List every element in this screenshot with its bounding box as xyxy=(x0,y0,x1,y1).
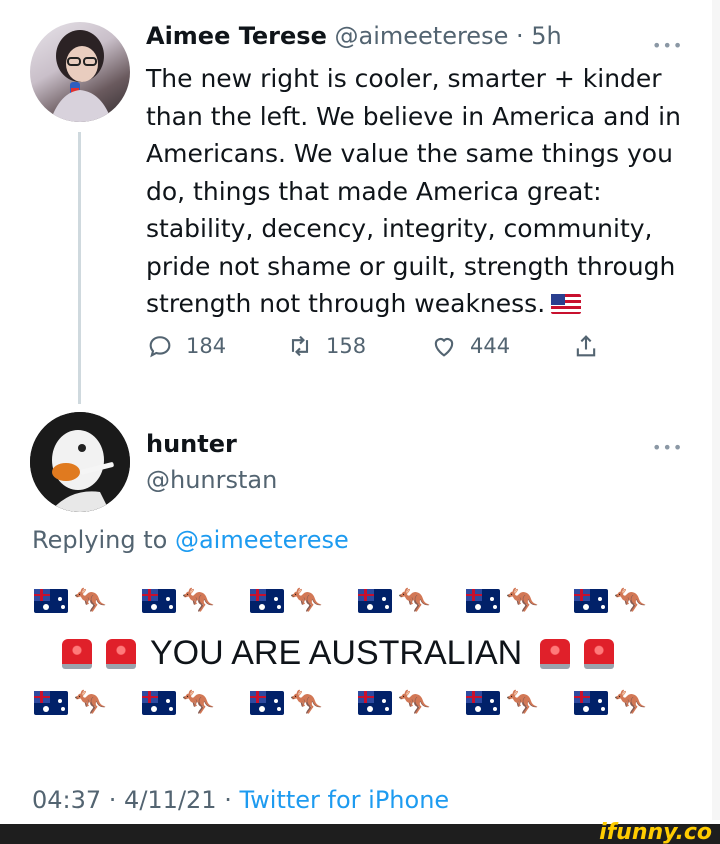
siren-icon xyxy=(540,638,571,669)
thread-line xyxy=(78,132,81,404)
emoji-row-top: 🦘 🦘 🦘 🦘 🦘 🦘 xyxy=(34,586,658,616)
like-count: 444 xyxy=(470,334,511,358)
kangaroo-icon: 🦘 xyxy=(398,688,431,718)
original-tweet[interactable]: Aimee Terese @aimeeterese · 5h ••• The n… xyxy=(0,0,720,410)
flag-au-icon xyxy=(142,691,176,715)
reply-author-handle[interactable]: @hunrstan xyxy=(146,466,277,494)
kangaroo-icon: 🦘 xyxy=(290,586,323,616)
tweet1-text-content: The new right is cooler, smarter + kinde… xyxy=(146,64,681,318)
more-icon[interactable]: ••• xyxy=(652,438,683,457)
timestamp-text[interactable]: 04:37 · 4/11/21 · xyxy=(32,786,232,814)
siren-icon xyxy=(584,638,615,669)
author-handle[interactable]: @aimeeterese xyxy=(335,22,509,50)
siren-icon xyxy=(106,638,136,669)
reply-count: 184 xyxy=(186,334,227,358)
watermark-bar: ifunny.co xyxy=(0,820,720,844)
reply-main-text: YOU ARE AUSTRALIAN xyxy=(150,634,523,672)
kangaroo-icon: 🦘 xyxy=(506,586,539,616)
flag-au-icon xyxy=(34,589,68,613)
retweet-button[interactable]: 158 xyxy=(286,332,366,360)
reply-button[interactable]: 184 xyxy=(146,332,226,360)
avatar-aimee[interactable] xyxy=(30,22,130,122)
reply-timestamp: 04:37 · 4/11/21 · Twitter for iPhone xyxy=(32,786,449,814)
flag-au-icon xyxy=(34,691,68,715)
ifunny-watermark: ifunny.co xyxy=(599,820,712,844)
reply-icon xyxy=(149,336,171,358)
tweet1-header: Aimee Terese @aimeeterese · 5h xyxy=(146,22,562,50)
retweet-icon xyxy=(291,335,309,357)
author-name[interactable]: Aimee Terese xyxy=(146,22,327,50)
replying-prefix: Replying to xyxy=(32,526,168,554)
tweet1-text: The new right is cooler, smarter + kinde… xyxy=(146,60,706,323)
replying-to: Replying to @aimeeterese xyxy=(32,526,349,554)
kangaroo-icon: 🦘 xyxy=(182,688,215,718)
kangaroo-icon: 🦘 xyxy=(74,688,107,718)
share-button[interactable] xyxy=(572,332,600,360)
kangaroo-icon: 🦘 xyxy=(74,586,107,616)
kangaroo-icon: 🦘 xyxy=(506,688,539,718)
flag-us-icon xyxy=(551,294,582,314)
flag-au-icon xyxy=(250,589,284,613)
reply-author-name[interactable]: hunter xyxy=(146,430,237,458)
flag-au-icon xyxy=(466,691,500,715)
avatar-hunter[interactable] xyxy=(30,412,130,512)
siren-icon xyxy=(62,638,92,669)
flag-au-icon xyxy=(574,589,608,613)
flag-au-icon xyxy=(358,691,392,715)
more-icon[interactable]: ••• xyxy=(652,36,683,55)
share-icon xyxy=(576,335,596,357)
like-button[interactable]: 444 xyxy=(430,332,510,360)
tweet-time[interactable]: · 5h xyxy=(516,22,562,50)
alarm-row: YOU ARE AUSTRALIAN xyxy=(34,634,628,673)
flag-au-icon xyxy=(250,691,284,715)
like-icon xyxy=(434,338,454,357)
replying-mention[interactable]: @aimeeterese xyxy=(175,526,349,554)
emoji-row-bottom: 🦘 🦘 🦘 🦘 🦘 🦘 xyxy=(34,688,658,718)
kangaroo-icon: 🦘 xyxy=(614,586,647,616)
flag-au-icon xyxy=(466,589,500,613)
tweet-source-link[interactable]: Twitter for iPhone xyxy=(239,786,449,814)
reply-tweet[interactable]: hunter @hunrstan ••• Replying to @aimeet… xyxy=(0,410,720,824)
flag-au-icon xyxy=(142,589,176,613)
kangaroo-icon: 🦘 xyxy=(182,586,215,616)
tweet1-actions: 184 158 444 xyxy=(146,332,616,366)
retweet-count: 158 xyxy=(326,334,367,358)
kangaroo-icon: 🦘 xyxy=(398,586,431,616)
kangaroo-icon: 🦘 xyxy=(614,688,647,718)
kangaroo-icon: 🦘 xyxy=(290,688,323,718)
flag-au-icon xyxy=(574,691,608,715)
flag-au-icon xyxy=(358,589,392,613)
